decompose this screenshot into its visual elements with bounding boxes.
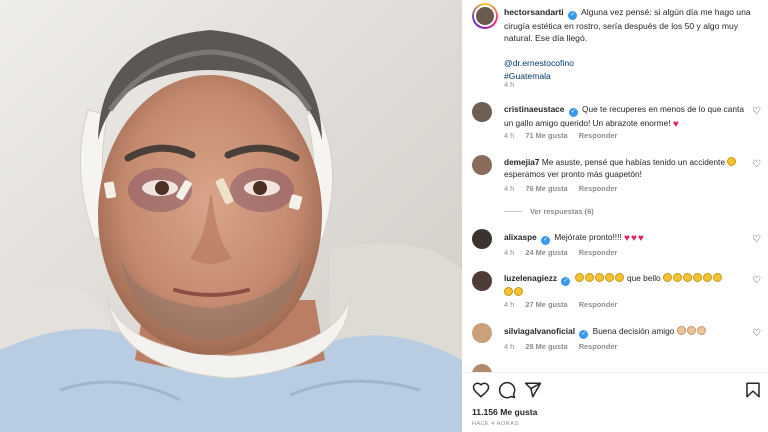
comment-item: luzelenagiezz ✓ que bello	[504, 272, 744, 298]
comment-username[interactable]: cristinaeustace	[504, 104, 564, 114]
comment-avatar[interactable]	[472, 323, 492, 343]
smile-emoji	[692, 273, 702, 282]
post-side-panel: hectorsandarti ✓ Alguna vez pensé: si al…	[462, 0, 768, 432]
post-caption: hectorsandarti ✓ Alguna vez pensé: si al…	[504, 6, 754, 82]
comment-text: que bello	[626, 273, 661, 283]
save-icon[interactable]	[744, 381, 762, 399]
likes-count[interactable]: 11.156 Me gusta	[472, 407, 537, 417]
comment-time: 4 h	[504, 184, 515, 193]
comment-like-heart-icon[interactable]: ♡	[752, 235, 762, 245]
verified-badge-icon: ✓	[579, 330, 589, 339]
author-username[interactable]: hectorsandarti	[504, 7, 564, 17]
caption-meta: 4 h	[504, 80, 523, 89]
comment-like-heart-icon[interactable]: ♡	[752, 107, 762, 117]
verified-badge-icon: ✓	[568, 11, 578, 20]
smile-emoji	[504, 287, 513, 296]
person-emoji	[686, 326, 696, 335]
post-timestamp: HACE 4 HORAS	[472, 421, 519, 427]
comments-scroll-area[interactable]: hectorsandarti ✓ Alguna vez pensé: si al…	[462, 0, 768, 372]
red-heart-emoji: ♥	[637, 233, 644, 244]
verified-badge-icon: ✓	[561, 277, 571, 286]
comment-username[interactable]: alixaspe	[504, 232, 537, 242]
person-emoji	[696, 326, 706, 335]
caption-age: 4 h	[504, 80, 515, 89]
comment-time: 4 h	[504, 342, 515, 351]
reply-button[interactable]: Responder	[579, 300, 618, 309]
comment-username[interactable]: demejia7	[504, 157, 540, 167]
comment-item: demejia7 Me asuste, pensé que habías ten…	[504, 156, 744, 180]
comment-avatar[interactable]	[472, 271, 492, 291]
smile-emoji	[702, 273, 712, 282]
smile-emoji	[662, 273, 672, 282]
verified-badge-icon: ✓	[541, 236, 551, 245]
post-actions-bar: 11.156 Me gusta HACE 4 HORAS	[462, 372, 768, 432]
reply-button[interactable]: Responder	[579, 248, 618, 257]
comment-text: Mejórate pronto!!!!	[554, 232, 622, 242]
comment-likes[interactable]: 28 Me gusta	[525, 342, 567, 351]
clap-emoji	[574, 273, 584, 282]
reply-button[interactable]: Responder	[579, 184, 618, 193]
comment-username[interactable]: silviagalvanoficial	[504, 326, 575, 336]
view-replies-label: Ver respuestas (6)	[530, 207, 594, 216]
red-heart-emoji: ♥	[624, 233, 630, 244]
red-heart-emoji: ♥	[630, 233, 637, 244]
comment-meta: 4 h 71 Me gusta Responder	[504, 131, 626, 140]
mention-link[interactable]: @dr.ernestocofino	[504, 58, 574, 68]
author-avatar[interactable]	[472, 3, 498, 29]
comment-likes[interactable]: 71 Me gusta	[525, 131, 567, 140]
comment-item: alixaspe ✓ Mejórate pronto!!!! ♥♥♥	[504, 231, 744, 245]
comment-time: 4 h	[504, 248, 515, 257]
comment-avatar[interactable]	[472, 155, 492, 175]
comment-meta: 4 h 76 Me gusta Responder	[504, 184, 626, 193]
person-emoji	[676, 326, 686, 335]
comment-icon[interactable]	[498, 381, 516, 399]
red-heart-emoji: ♥	[672, 119, 679, 130]
comment-likes[interactable]: 27 Me gusta	[525, 300, 567, 309]
reply-button[interactable]: Responder	[579, 131, 618, 140]
comment-item: silviagalvanoficial ✓ Buena decisión ami…	[504, 325, 744, 339]
view-replies-button[interactable]: Ver respuestas (6)	[504, 207, 594, 216]
comment-meta: 4 h 28 Me gusta Responder	[504, 342, 626, 351]
smile-emoji	[727, 157, 737, 166]
comment-avatar[interactable]	[472, 364, 492, 372]
comment-text: Buena decisión amigo	[592, 326, 675, 336]
comment-item: cristinaeustace ✓ Que te recuperes en me…	[504, 103, 744, 130]
replies-divider-line	[504, 211, 522, 212]
share-icon[interactable]	[524, 381, 542, 399]
comment-avatar[interactable]	[472, 102, 492, 122]
smile-emoji	[712, 273, 722, 282]
clap-emoji	[604, 273, 614, 282]
comment-likes[interactable]: 24 Me gusta	[525, 248, 567, 257]
comment-time: 4 h	[504, 300, 515, 309]
heart-icon[interactable]	[472, 381, 490, 399]
comment-like-heart-icon[interactable]: ♡	[752, 276, 762, 286]
comment-likes[interactable]: 76 Me gusta	[525, 184, 567, 193]
comment-text-line2: esperamos ver pronto más guapetón!	[504, 169, 642, 179]
smile-emoji	[514, 287, 523, 296]
smile-emoji	[682, 273, 692, 282]
comment-meta: 4 h 27 Me gusta Responder	[504, 300, 626, 309]
clap-emoji	[594, 273, 604, 282]
comment-avatar[interactable]	[472, 229, 492, 249]
smile-emoji	[672, 273, 682, 282]
clap-emoji	[584, 273, 594, 282]
comment-username[interactable]: luzelenagiezz	[504, 273, 557, 283]
clap-emoji	[614, 273, 624, 282]
comment-text: Me asuste, pensé que habías tenido un ac…	[541, 157, 725, 167]
comment-like-heart-icon[interactable]: ♡	[752, 160, 762, 170]
reply-button[interactable]: Responder	[579, 342, 618, 351]
comment-time: 4 h	[504, 131, 515, 140]
verified-badge-icon: ✓	[568, 108, 578, 117]
comment-meta: 4 h 24 Me gusta Responder	[504, 248, 626, 257]
comment-like-heart-icon[interactable]: ♡	[752, 329, 762, 339]
post-photo	[0, 0, 462, 432]
